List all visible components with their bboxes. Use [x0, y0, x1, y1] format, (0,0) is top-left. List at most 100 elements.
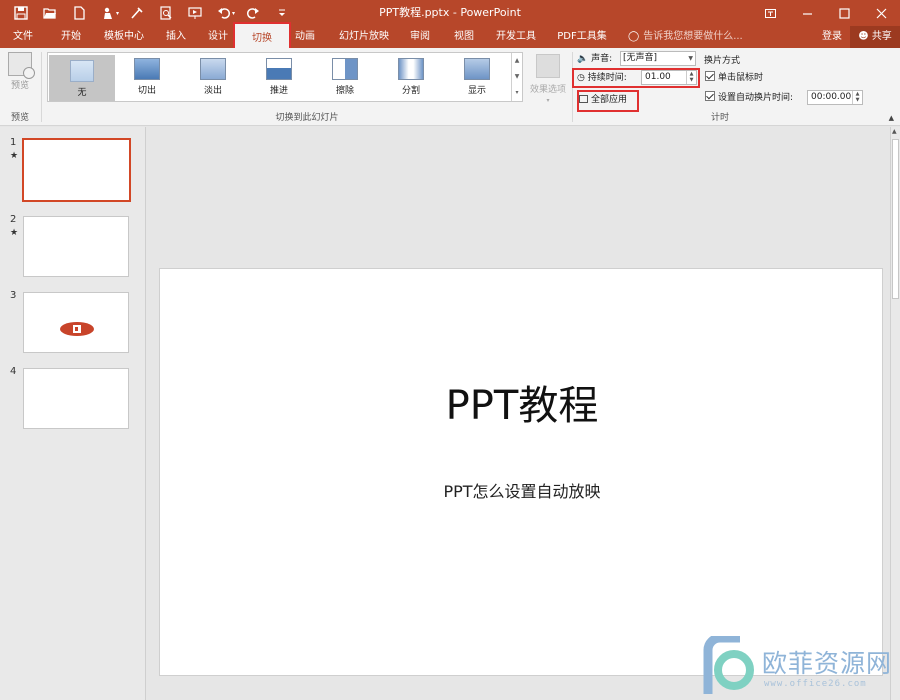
effect-options-label: 效果选项 — [529, 85, 566, 95]
new-icon[interactable] — [64, 0, 93, 26]
on-click-label: 单击鼠标时 — [718, 73, 764, 83]
slide-subtitle[interactable]: PPT怎么设置自动放映 — [160, 478, 884, 502]
transition-label: 推进 — [269, 86, 288, 96]
current-slide[interactable]: PPT教程 PPT怎么设置自动放映 — [159, 268, 883, 676]
group-label-timing: 计时 — [710, 113, 729, 123]
transition-star-icon: ★ — [10, 228, 19, 238]
tab-insert[interactable]: 插入 — [156, 26, 196, 48]
transition-cut-thumb — [134, 58, 160, 80]
tab-template-center[interactable]: 模板中心 — [96, 26, 152, 48]
after-label: 设置自动换片时间: — [718, 93, 794, 103]
person-icon: ☻ — [858, 31, 869, 42]
group-label-preview: 预览 — [10, 113, 29, 123]
slideshow-icon[interactable] — [180, 0, 209, 26]
share-label: 共享 — [871, 31, 892, 42]
tell-me-text: 告诉我您想要做什么... — [643, 31, 743, 42]
watermark-logo — [703, 636, 754, 694]
ribbon-tabs: 文件 开始 模板中心 插入 设计 切换 动画 幻灯片放映 审阅 视图 开发工具 … — [0, 22, 900, 52]
watermark-url: www.office26.com — [764, 679, 867, 689]
tab-home[interactable]: 开始 — [50, 26, 92, 48]
slide-number: 3 — [10, 290, 17, 301]
sound-value: [无声音] — [623, 53, 658, 63]
gallery-more-icon[interactable]: ▾ — [512, 85, 522, 101]
scroll-up-icon[interactable]: ▲ — [892, 128, 897, 135]
on-click-checkbox[interactable] — [705, 71, 715, 81]
transition-reveal-thumb — [464, 58, 490, 80]
transition-split[interactable]: 分割 — [378, 55, 444, 101]
tab-developer[interactable]: 开发工具 — [490, 26, 542, 48]
effect-options-icon — [536, 54, 560, 78]
scroll-up-icon[interactable]: ▲ — [512, 53, 522, 69]
slide-thumbnail-4[interactable] — [23, 368, 129, 429]
slide-thumbnail-2[interactable] — [23, 216, 129, 277]
touch-mode-icon[interactable]: ▾ — [93, 0, 122, 26]
transition-split-thumb — [398, 58, 424, 80]
transition-reveal[interactable]: 显示 — [444, 55, 510, 101]
chevron-down-icon: ▾ — [231, 10, 235, 17]
transition-push-thumb — [266, 58, 292, 80]
minimize-icon[interactable] — [789, 0, 826, 26]
tab-pdf-tools[interactable]: PDF工具集 — [552, 26, 612, 48]
speaker-icon: 🔈 — [577, 54, 589, 64]
transition-label: 淡出 — [203, 86, 222, 96]
transition-fade[interactable]: 淡出 — [180, 55, 246, 101]
chevron-down-icon: ▾ — [546, 97, 550, 104]
collapse-ribbon-icon[interactable]: ▲ — [889, 114, 894, 122]
ribbon-display-icon[interactable] — [752, 0, 789, 26]
after-time-spinner[interactable]: ▲ ▼ — [852, 91, 862, 104]
save-icon[interactable] — [6, 0, 35, 26]
transition-none-thumb — [70, 60, 94, 82]
slide-thumbnail-3[interactable] — [23, 292, 129, 353]
scrollbar-thumb[interactable] — [892, 139, 899, 299]
tab-design[interactable]: 设计 — [198, 26, 238, 48]
transition-push[interactable]: 推进 — [246, 55, 312, 101]
transition-none[interactable]: 无 — [49, 55, 115, 101]
sound-label: 声音: — [591, 54, 613, 64]
maximize-icon[interactable] — [826, 0, 863, 26]
login-link[interactable]: 登录 — [822, 26, 842, 48]
transition-fade-thumb — [200, 58, 226, 80]
preview-icon — [8, 52, 35, 79]
slide-thumbnail-1[interactable] — [22, 138, 131, 202]
transition-cut[interactable]: 切出 — [114, 55, 180, 101]
preview-label: 预览 — [10, 81, 29, 91]
tell-me-box[interactable]: ◯ 告诉我您想要做什么... — [628, 26, 743, 48]
transition-label: 分割 — [401, 86, 420, 96]
tab-view[interactable]: 视图 — [446, 26, 482, 48]
slide-number: 1 — [10, 137, 17, 148]
transition-label: 无 — [77, 88, 87, 98]
slide-thumbnails-panel: 1 ★ 2 ★ 3 4 — [0, 127, 146, 700]
slide-title[interactable]: PPT教程 — [160, 373, 884, 431]
format-painter-icon[interactable] — [122, 0, 151, 26]
on-click-row: 单击鼠标时 — [705, 70, 763, 86]
tab-animations[interactable]: 动画 — [287, 26, 323, 48]
tab-file[interactable]: 文件 — [3, 26, 43, 48]
transition-wipe-thumb — [332, 58, 358, 80]
open-icon[interactable] — [35, 0, 64, 26]
transition-label: 显示 — [467, 86, 486, 96]
window-controls — [752, 0, 900, 26]
transition-gallery: 无 切出 淡出 推进 擦除 分割 显示 ▲ ▼ ▾ — [47, 52, 523, 102]
slide-number: 2 — [10, 214, 17, 225]
transition-star-icon: ★ — [10, 151, 19, 161]
effect-options-button[interactable]: 效果选项 ▾ — [528, 52, 568, 105]
after-checkbox[interactable] — [705, 91, 715, 101]
scroll-down-icon[interactable]: ▼ — [512, 69, 522, 85]
vertical-scrollbar[interactable]: ▲ — [890, 127, 900, 700]
after-time-input[interactable]: 00:00.00 ▲ ▼ — [807, 90, 863, 105]
print-preview-icon[interactable] — [151, 0, 180, 26]
tab-slideshow[interactable]: 幻灯片放映 — [334, 26, 394, 48]
sound-select[interactable]: [无声音] ▼ — [620, 51, 696, 66]
preview-button[interactable]: 预览 — [6, 52, 35, 91]
sound-row: 🔈 声音: [无声音] ▼ — [577, 51, 699, 67]
transition-label: 切出 — [137, 86, 156, 96]
watermark-name: 欧菲资源网 — [762, 649, 893, 678]
close-icon[interactable] — [863, 0, 900, 26]
powerpoint-logo-icon — [60, 322, 94, 336]
title-bar: ▾ ▾ PPT教程.pptx - PowerPoint — [0, 0, 900, 26]
share-button[interactable]: ☻ 共享 — [850, 26, 900, 48]
gallery-scrollbar[interactable]: ▲ ▼ ▾ — [511, 53, 522, 101]
transition-wipe[interactable]: 擦除 — [312, 55, 378, 101]
tab-review[interactable]: 审阅 — [402, 26, 438, 48]
group-divider — [41, 52, 42, 122]
